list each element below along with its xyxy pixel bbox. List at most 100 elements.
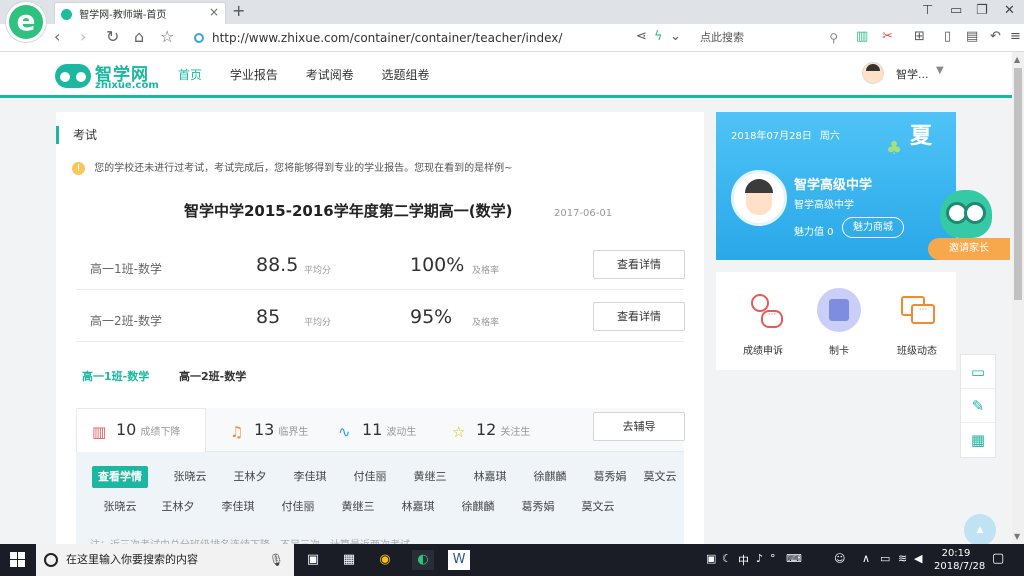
keyboard-icon[interactable]: ⌨ bbox=[786, 552, 802, 565]
student-name[interactable]: 张晓云 bbox=[90, 496, 150, 518]
moon-icon[interactable]: ☾ bbox=[722, 552, 732, 565]
student-name[interactable]: 林嘉琪 bbox=[460, 466, 520, 488]
word-icon[interactable]: W bbox=[448, 550, 470, 570]
wifi-icon[interactable]: ≋ bbox=[898, 552, 907, 565]
make-card-action[interactable]: 制卡 bbox=[804, 288, 874, 357]
browser-logo-icon[interactable]: e bbox=[6, 2, 46, 42]
student-name[interactable]: 莫文云 bbox=[568, 496, 628, 518]
qrcode-icon[interactable]: ▦ bbox=[961, 423, 995, 457]
student-name[interactable]: 王林夕 bbox=[220, 466, 280, 488]
task-view-icon[interactable]: ▣ bbox=[302, 550, 324, 570]
sidebar-icon[interactable]: ▤ bbox=[966, 29, 978, 44]
class-feed-action[interactable]: 班级动态 bbox=[882, 288, 952, 357]
undo-icon[interactable]: ↶ bbox=[990, 29, 1001, 44]
student-name[interactable]: 莫文云 bbox=[640, 466, 680, 488]
owl-mascot-icon bbox=[940, 190, 992, 238]
favorite-star-icon[interactable]: ☆ bbox=[160, 27, 174, 46]
message-icon[interactable]: ▭ bbox=[961, 355, 995, 389]
scroll-up-icon[interactable]: ▲ bbox=[1014, 55, 1020, 64]
mic-tray-icon[interactable]: ♪ bbox=[756, 552, 763, 565]
edit-icon[interactable]: ✎ bbox=[961, 389, 995, 423]
stat-borderline[interactable]: ♫ 13 临界生 bbox=[230, 420, 308, 441]
taskbar-clock[interactable]: 20:19 2018/7/28 bbox=[934, 547, 985, 573]
quick-label: 班级动态 bbox=[897, 346, 937, 357]
tab-close-icon[interactable]: × bbox=[209, 5, 219, 19]
microphone-icon[interactable]: 🎙 bbox=[269, 544, 284, 576]
speed-icon[interactable]: ϟ bbox=[654, 29, 663, 44]
nav-marking[interactable]: 考试阅卷 bbox=[306, 68, 354, 82]
view-detail-button[interactable]: 查看详情 bbox=[593, 250, 685, 279]
windows-start-icon[interactable] bbox=[10, 552, 26, 568]
reader-icon[interactable]: ▥ bbox=[856, 29, 868, 44]
stat-declining[interactable]: ▥ 10 成绩下降 bbox=[92, 420, 180, 441]
view-analysis-button[interactable]: 查看学情 bbox=[92, 466, 148, 488]
taskbar-search-input[interactable]: 在这里输入你要搜索的内容 🎙 bbox=[36, 544, 294, 576]
nav-home[interactable]: 首页 bbox=[178, 68, 202, 82]
stat-fluctuating[interactable]: ∿ 11 波动生 bbox=[338, 420, 416, 441]
student-name[interactable]: 李佳琪 bbox=[208, 496, 268, 518]
battery-icon[interactable]: ▭ bbox=[880, 552, 890, 565]
back-to-top-icon[interactable]: ▲ bbox=[964, 514, 996, 546]
charm-mall-button[interactable]: 魅力商城 bbox=[842, 217, 904, 238]
invite-parents-button[interactable]: 邀请家长 bbox=[928, 238, 1010, 260]
menu-icon[interactable]: ≡ bbox=[1010, 29, 1021, 44]
pass-rate: 100% bbox=[410, 254, 465, 276]
forward-icon[interactable]: › bbox=[80, 27, 86, 46]
student-name[interactable]: 黄继三 bbox=[328, 496, 388, 518]
apps-icon[interactable]: ⊞ bbox=[914, 29, 925, 44]
tray-expand-icon[interactable]: ∧ bbox=[862, 552, 870, 565]
scroll-down-icon[interactable]: ▼ bbox=[1014, 532, 1020, 541]
search-icon[interactable]: ⚲ bbox=[829, 28, 838, 48]
quick-label: 成绩申诉 bbox=[743, 346, 783, 357]
student-name[interactable]: 付佳丽 bbox=[268, 496, 328, 518]
student-name[interactable]: 葛秀娟 bbox=[580, 466, 640, 488]
back-icon[interactable]: ‹ bbox=[54, 27, 60, 46]
site-favicon-icon bbox=[61, 9, 72, 20]
volume-icon[interactable]: ◀ bbox=[914, 552, 922, 565]
scrollbar-thumb[interactable] bbox=[1014, 68, 1022, 300]
people-icon[interactable]: ☺ bbox=[834, 552, 845, 565]
punct-icon[interactable]: ° bbox=[770, 552, 776, 565]
stat-watched[interactable]: ☆ 12 关注生 bbox=[452, 420, 530, 441]
tab-class-2[interactable]: 高一2班-数学 bbox=[179, 368, 246, 384]
minimize-icon[interactable]: ▭ bbox=[950, 3, 962, 18]
nav-question-bank[interactable]: 选题组卷 bbox=[382, 68, 430, 82]
tutor-button[interactable]: 去辅导 bbox=[593, 412, 685, 441]
student-name[interactable]: 黄继三 bbox=[400, 466, 460, 488]
page-scrollbar[interactable]: ▲ ▼ bbox=[1012, 52, 1024, 544]
url-input[interactable]: http://www.zhixue.com/container/containe… bbox=[190, 28, 690, 48]
grade-appeal-action[interactable]: 成绩申诉 bbox=[728, 288, 798, 357]
ime-language[interactable]: 中 bbox=[738, 552, 749, 568]
student-name[interactable]: 王林夕 bbox=[148, 496, 208, 518]
browser-taskbar-icon[interactable]: ◐ bbox=[412, 550, 434, 570]
refresh-icon[interactable]: ↻ bbox=[106, 27, 119, 46]
student-name[interactable]: 李佳琪 bbox=[280, 466, 340, 488]
share-icon[interactable]: ⋖ bbox=[636, 29, 647, 44]
browser-search-input[interactable]: 点此搜索 ⚲ bbox=[694, 28, 842, 48]
season-label: 夏 bbox=[910, 124, 933, 149]
nav-reports[interactable]: 学业报告 bbox=[230, 68, 278, 82]
calendar-app-icon[interactable]: ▦ bbox=[338, 550, 360, 570]
ime-icon[interactable]: ▣ bbox=[706, 552, 716, 565]
student-name[interactable]: 葛秀娟 bbox=[508, 496, 568, 518]
student-name[interactable]: 林嘉琪 bbox=[388, 496, 448, 518]
chrome-icon[interactable]: ◉ bbox=[374, 550, 396, 570]
phone-icon[interactable]: ▯ bbox=[944, 29, 951, 44]
tab-class-1[interactable]: 高一1班-数学 bbox=[82, 368, 149, 384]
school-name: 智学高级中学 bbox=[794, 178, 873, 193]
dropdown-icon[interactable]: ⌄ bbox=[670, 29, 681, 44]
pin-icon[interactable]: ⊤ bbox=[922, 3, 933, 18]
close-window-icon[interactable]: ✕ bbox=[1004, 3, 1015, 18]
browser-tab[interactable]: 智学网-教师端-首页 × bbox=[54, 2, 226, 24]
view-detail-button[interactable]: 查看详情 bbox=[593, 302, 685, 331]
home-icon[interactable]: ⌂ bbox=[134, 27, 144, 46]
student-name[interactable]: 徐麒麟 bbox=[520, 466, 580, 488]
new-tab-button[interactable]: + bbox=[232, 1, 245, 20]
student-name[interactable]: 张晓云 bbox=[160, 466, 220, 488]
restore-icon[interactable]: ❐ bbox=[976, 3, 988, 18]
notification-icon[interactable]: ▢ bbox=[992, 551, 1004, 566]
scissors-icon[interactable]: ✂ bbox=[882, 29, 893, 44]
student-name[interactable]: 付佳丽 bbox=[340, 466, 400, 488]
site-logo[interactable]: 智学网 zhixue.com bbox=[55, 60, 165, 92]
student-name[interactable]: 徐麒麟 bbox=[448, 496, 508, 518]
